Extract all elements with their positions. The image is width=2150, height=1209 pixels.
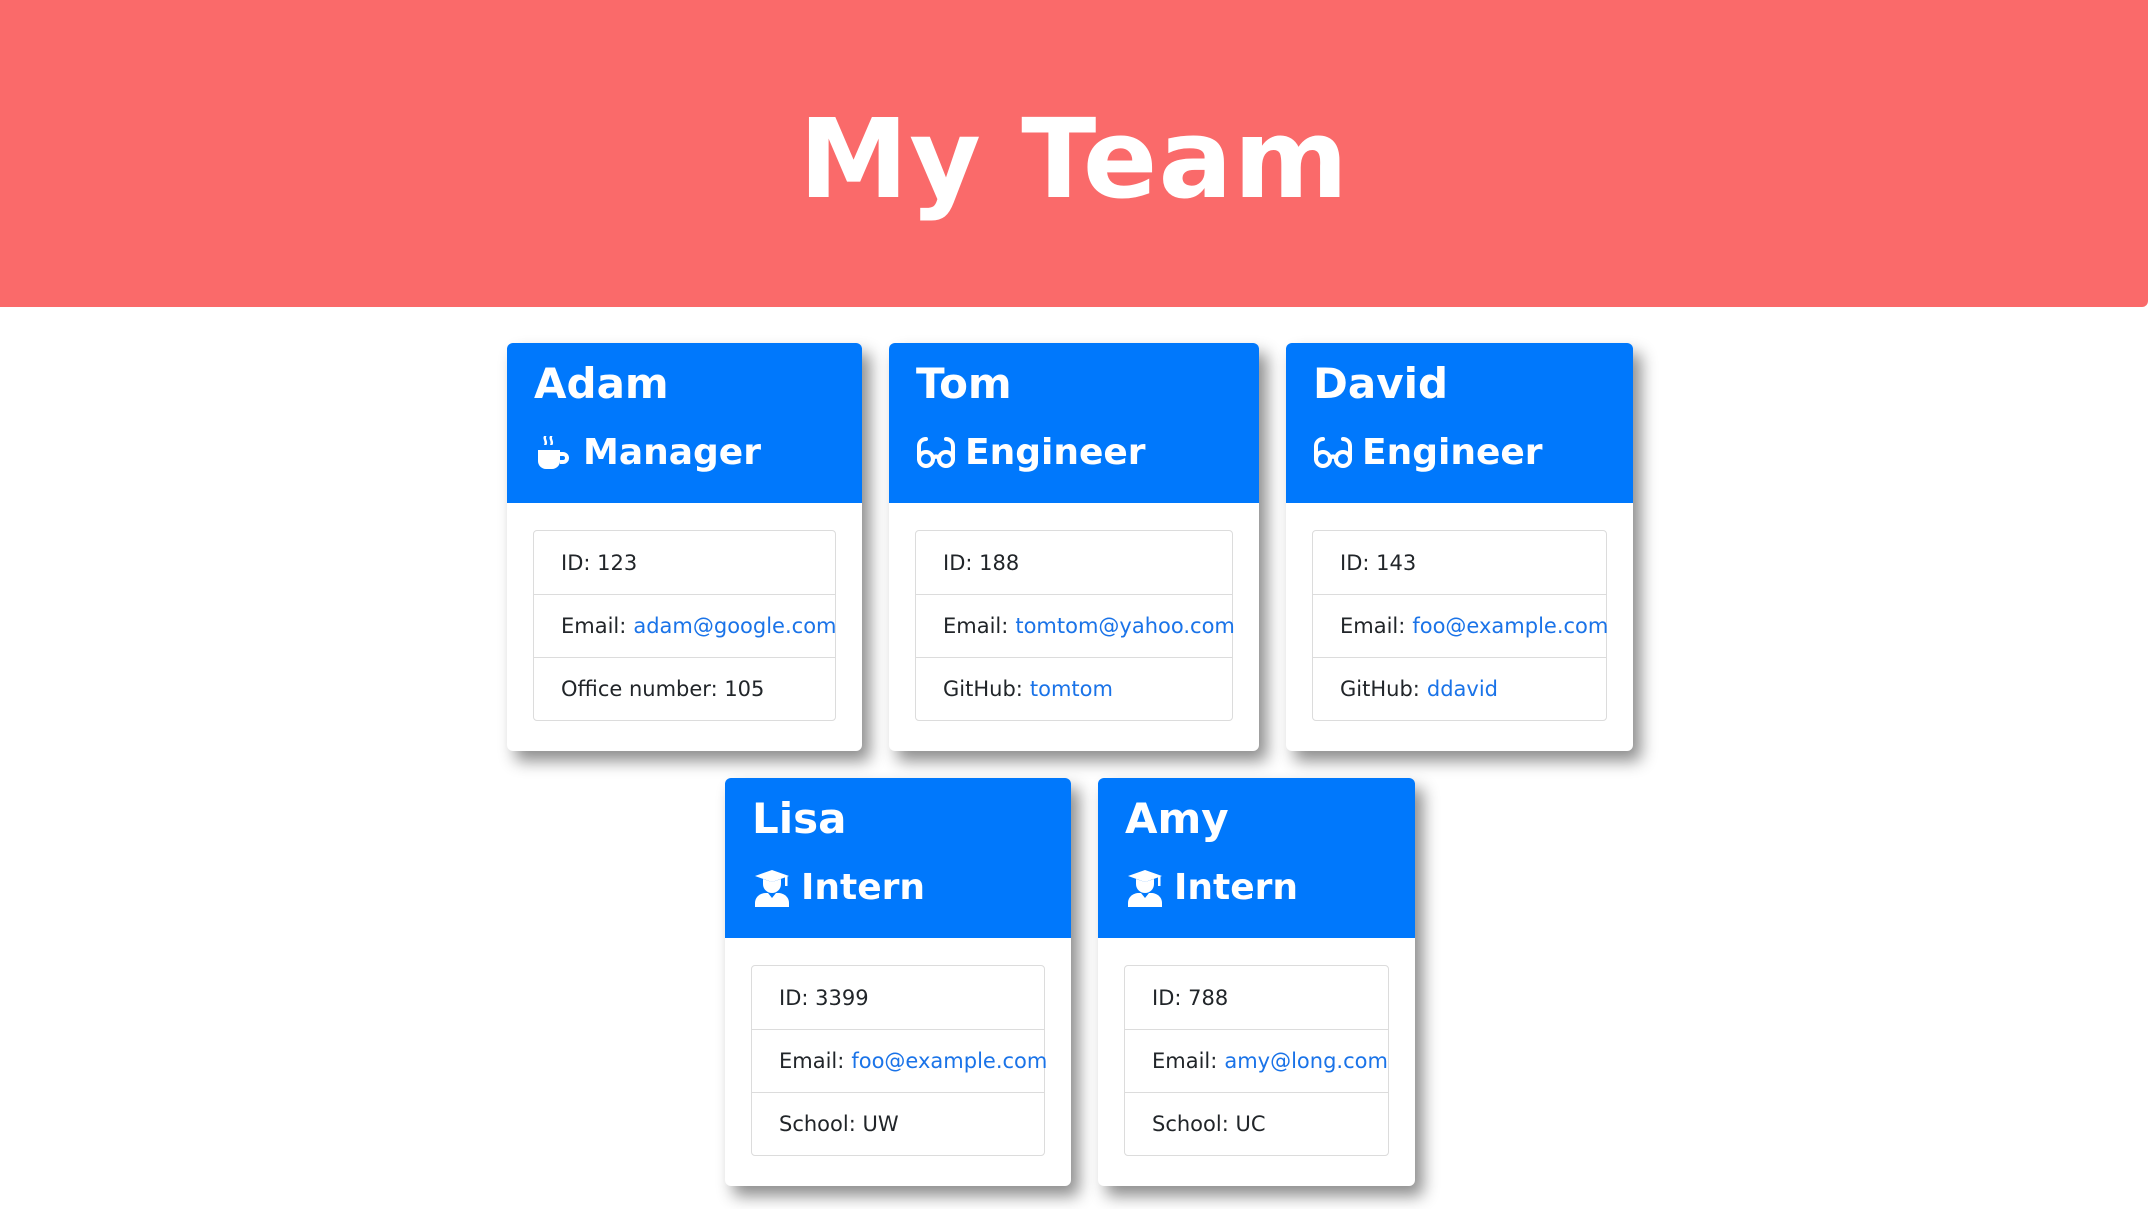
email-label: Email: (943, 614, 1009, 638)
employee-id-text: ID: 188 (943, 550, 1020, 575)
school-text: School: UW (779, 1112, 899, 1136)
github-label: GitHub: (1340, 677, 1420, 701)
email-link[interactable]: tomtom@yahoo.com (1015, 614, 1235, 638)
employee-school: School: UC (1125, 1092, 1388, 1155)
mug-icon (534, 433, 574, 473)
email-label: Email: (561, 614, 627, 638)
glasses-icon (1313, 433, 1353, 473)
info-list: ID: 788 Email: amy@long.com School: UC (1124, 965, 1389, 1156)
card-body: ID: 143 Email: foo@example.com GitHub: dda… (1286, 503, 1633, 748)
employee-role: Intern (1125, 867, 1388, 908)
employee-id: ID: 123 (534, 531, 835, 594)
card-header: Tom Engineer (889, 343, 1259, 503)
employee-role: Manager (534, 432, 835, 473)
employee-id: ID: 188 (916, 531, 1232, 594)
employee-id-text: ID: 788 (1152, 985, 1229, 1010)
employee-role-label: Manager (583, 432, 761, 473)
employee-role: Engineer (916, 432, 1232, 473)
github-label: GitHub: (943, 677, 1023, 701)
employee-role-label: Intern (1174, 867, 1299, 908)
github-link[interactable]: ddavid (1427, 677, 1498, 701)
employee-role: Intern (752, 867, 1044, 908)
glasses-icon (916, 433, 956, 473)
employee-id-text: ID: 3399 (779, 985, 869, 1010)
email-link[interactable]: foo@example.com (851, 1049, 1047, 1073)
employee-role-label: Engineer (965, 432, 1146, 473)
employee-card-david: David Engineer ID: 143 Email: foo@example… (1286, 343, 1633, 751)
employee-github: GitHub: ddavid (1313, 657, 1606, 720)
employee-card-lisa: Lisa Intern ID: 3399 Email: foo@example.c… (725, 778, 1071, 1186)
graduate-icon (1125, 868, 1165, 908)
employee-id-text: ID: 123 (561, 550, 638, 575)
employee-name: Adam (534, 359, 669, 408)
info-list: ID: 123 Email: adam@google.com Office num… (533, 530, 837, 721)
employee-card-amy: Amy Intern ID: 788 Email: amy@long.com Sc… (1098, 778, 1415, 1186)
employee-email: Email: amy@long.com (1125, 1029, 1388, 1092)
card-body: ID: 788 Email: amy@long.com School: UC (1098, 938, 1415, 1183)
employee-card-adam: Adam Manager ID: 123 Email: adam@google.c… (507, 343, 862, 751)
employee-card-tom: Tom Engineer ID: 188 Email: tomtom@yahoo.… (889, 343, 1259, 751)
github-link[interactable]: tomtom (1030, 677, 1113, 701)
info-list: ID: 143 Email: foo@example.com GitHub: dda… (1312, 530, 1608, 721)
email-link[interactable]: adam@google.com (633, 614, 836, 638)
graduate-icon (752, 868, 792, 908)
card-header: Lisa Intern (725, 778, 1071, 938)
employee-email: Email: foo@example.com (752, 1029, 1047, 1092)
employee-email: Email: tomtom@yahoo.com (916, 594, 1235, 657)
email-link[interactable]: amy@long.com (1224, 1049, 1388, 1073)
employee-role-label: Engineer (1362, 432, 1543, 473)
employee-email: Email: adam@google.com (534, 594, 837, 657)
employee-name: Lisa (752, 794, 847, 843)
info-list: ID: 3399 Email: foo@example.com School: U… (751, 965, 1047, 1156)
office-number-text: Office number: 105 (561, 677, 765, 701)
employee-name: Tom (916, 359, 1012, 408)
employee-name: Amy (1125, 794, 1229, 843)
employee-office: Office number: 105 (534, 657, 835, 720)
card-body: ID: 3399 Email: foo@example.com School: U… (725, 938, 1071, 1183)
email-label: Email: (1152, 1049, 1218, 1073)
employee-github: GitHub: tomtom (916, 657, 1232, 720)
email-link[interactable]: foo@example.com (1412, 614, 1608, 638)
employee-school: School: UW (752, 1092, 1044, 1155)
employee-email: Email: foo@example.com (1313, 594, 1608, 657)
employee-id: ID: 3399 (752, 966, 1044, 1029)
employee-id: ID: 143 (1313, 531, 1606, 594)
email-label: Email: (1340, 614, 1406, 638)
card-header: David Engineer (1286, 343, 1633, 503)
email-label: Email: (779, 1049, 845, 1073)
school-text: School: UC (1152, 1112, 1266, 1136)
card-body: ID: 188 Email: tomtom@yahoo.com GitHub: to… (889, 503, 1259, 748)
employee-name: David (1313, 359, 1449, 408)
info-list: ID: 188 Email: tomtom@yahoo.com GitHub: to… (915, 530, 1235, 721)
card-header: Amy Intern (1098, 778, 1415, 938)
employee-role: Engineer (1313, 432, 1606, 473)
employee-role-label: Intern (801, 867, 926, 908)
employee-id: ID: 788 (1125, 966, 1388, 1029)
card-body: ID: 123 Email: adam@google.com Office num… (507, 503, 862, 748)
team-cards: Adam Manager ID: 123 Email: adam@google.c… (0, 0, 2150, 1209)
card-header: Adam Manager (507, 343, 862, 503)
employee-id-text: ID: 143 (1340, 550, 1417, 575)
